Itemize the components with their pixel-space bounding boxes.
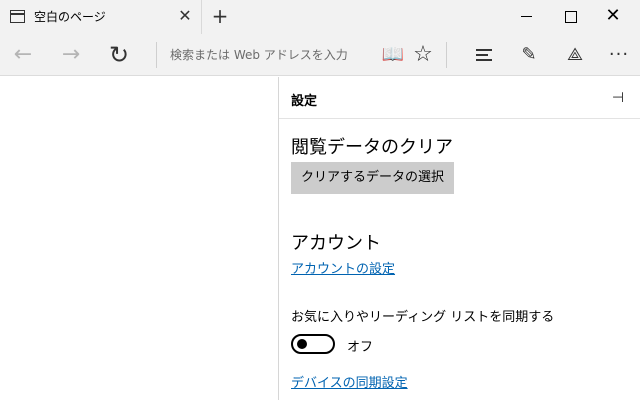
- active-tab[interactable]: 空白のページ ✕: [0, 0, 202, 34]
- title-bar: 空白のページ ✕ + ✕: [0, 0, 640, 34]
- address-input[interactable]: [160, 41, 372, 69]
- web-note-icon[interactable]: ✎: [514, 40, 544, 70]
- hub-icon[interactable]: [468, 40, 498, 70]
- choose-data-to-clear-button[interactable]: クリアするデータの選択: [291, 162, 455, 194]
- toolbar-divider: [156, 42, 157, 68]
- favorite-star-icon[interactable]: ☆: [408, 40, 438, 70]
- sync-toggle[interactable]: [291, 334, 335, 354]
- settings-pane: 設定 ⊣ 閲覧データのクリア クリアするデータの選択 アカウント アカウントの設…: [278, 77, 640, 400]
- toggle-knob: [297, 339, 307, 349]
- device-sync-settings-link[interactable]: デバイスの同期設定: [291, 372, 408, 391]
- account-settings-link[interactable]: アカウントの設定: [291, 258, 395, 277]
- minimize-button[interactable]: [512, 2, 542, 30]
- tab-title: 空白のページ: [34, 10, 106, 24]
- maximize-button[interactable]: [556, 2, 586, 30]
- account-heading: アカウント: [291, 233, 381, 254]
- reading-view-icon[interactable]: 📖: [378, 40, 408, 70]
- pin-icon[interactable]: ⊣: [607, 88, 629, 108]
- page-content: [0, 77, 278, 400]
- sync-toggle-state: オフ: [347, 340, 374, 355]
- share-icon[interactable]: ⟁: [560, 40, 590, 70]
- toolbar-divider: [446, 42, 447, 68]
- new-tab-button[interactable]: +: [208, 4, 232, 28]
- settings-title: 設定: [291, 94, 318, 109]
- clear-data-heading: 閲覧データのクリア: [291, 137, 453, 158]
- more-icon[interactable]: ···: [604, 40, 634, 70]
- address-bar[interactable]: [160, 41, 372, 69]
- refresh-icon[interactable]: ↻: [104, 40, 134, 70]
- toolbar: ← → ↻ 📖 ☆ ✎ ⟁ ···: [0, 34, 640, 76]
- page-icon: [10, 10, 25, 23]
- back-arrow-icon[interactable]: ←: [8, 40, 38, 70]
- sync-label: お気に入りやリーディング リストを同期する: [291, 310, 555, 325]
- window-close-button[interactable]: ✕: [598, 2, 628, 30]
- forward-arrow-icon[interactable]: →: [56, 40, 86, 70]
- tab-close-icon[interactable]: ✕: [176, 7, 194, 25]
- settings-header: 設定 ⊣: [279, 77, 640, 119]
